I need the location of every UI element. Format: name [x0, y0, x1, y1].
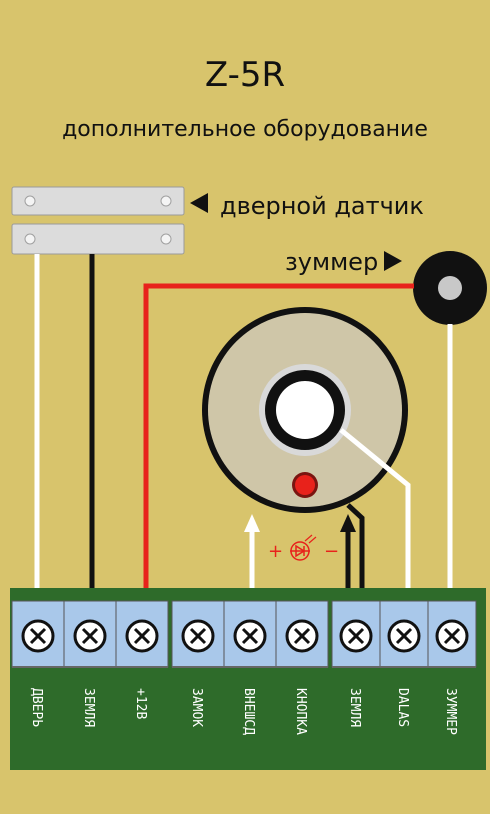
screw-icon	[160, 233, 172, 245]
terminal-screws	[21, 619, 469, 653]
reader-contact	[276, 381, 334, 439]
terminal-label: ЗЕМЛЯ	[347, 688, 362, 727]
terminal-label: ЗЕМЛЯ	[81, 688, 96, 727]
terminal-screw-icon	[285, 619, 319, 653]
door-sensor-reed	[11, 223, 185, 255]
screw-icon	[24, 233, 36, 245]
arrow-right-icon	[384, 251, 402, 271]
led-plus-label: +	[268, 541, 283, 562]
terminal-label: ЗАМОК	[189, 688, 204, 727]
reader-led-lens	[295, 475, 315, 495]
screw-icon	[24, 195, 36, 207]
buzzer-center	[438, 276, 462, 300]
terminal-screw-icon	[181, 619, 215, 653]
arrow-up-icon	[340, 514, 356, 532]
arrow-left-icon	[190, 193, 208, 213]
terminal-screw-icon	[435, 619, 469, 653]
screw-icon	[160, 195, 172, 207]
arrow-up-icon	[244, 514, 260, 532]
door-sensor-label: дверной датчик	[220, 192, 424, 220]
buzzer-label: зуммер	[285, 248, 378, 276]
led-symbol-icon	[290, 534, 317, 561]
door-sensor	[11, 186, 185, 255]
terminal-screw-icon	[233, 619, 267, 653]
page-subtitle: дополнительное оборудование	[62, 117, 428, 142]
terminal-label: ДВЕРЬ	[29, 688, 44, 727]
terminal-label: +12В	[133, 688, 148, 719]
terminal-label: ВНЕШСД	[241, 688, 256, 735]
terminal-screw-icon	[387, 619, 421, 653]
led-minus-label: −	[324, 541, 339, 562]
terminal-screw-icon	[125, 619, 159, 653]
wiring-diagram: Z-5R дополнительное оборудование дверной…	[10, 55, 487, 770]
terminal-screw-icon	[339, 619, 373, 653]
page-title: Z-5R	[205, 55, 285, 95]
terminal-screw-icon	[73, 619, 107, 653]
buzzer	[413, 251, 487, 325]
terminal-label: ЗУММЕР	[443, 688, 458, 735]
key-reader	[202, 307, 408, 513]
terminal-screw-icon	[21, 619, 55, 653]
door-sensor-magnet	[11, 186, 185, 216]
terminal-label: КНОПКА	[293, 688, 308, 735]
terminal-label: DALAS	[395, 688, 410, 727]
